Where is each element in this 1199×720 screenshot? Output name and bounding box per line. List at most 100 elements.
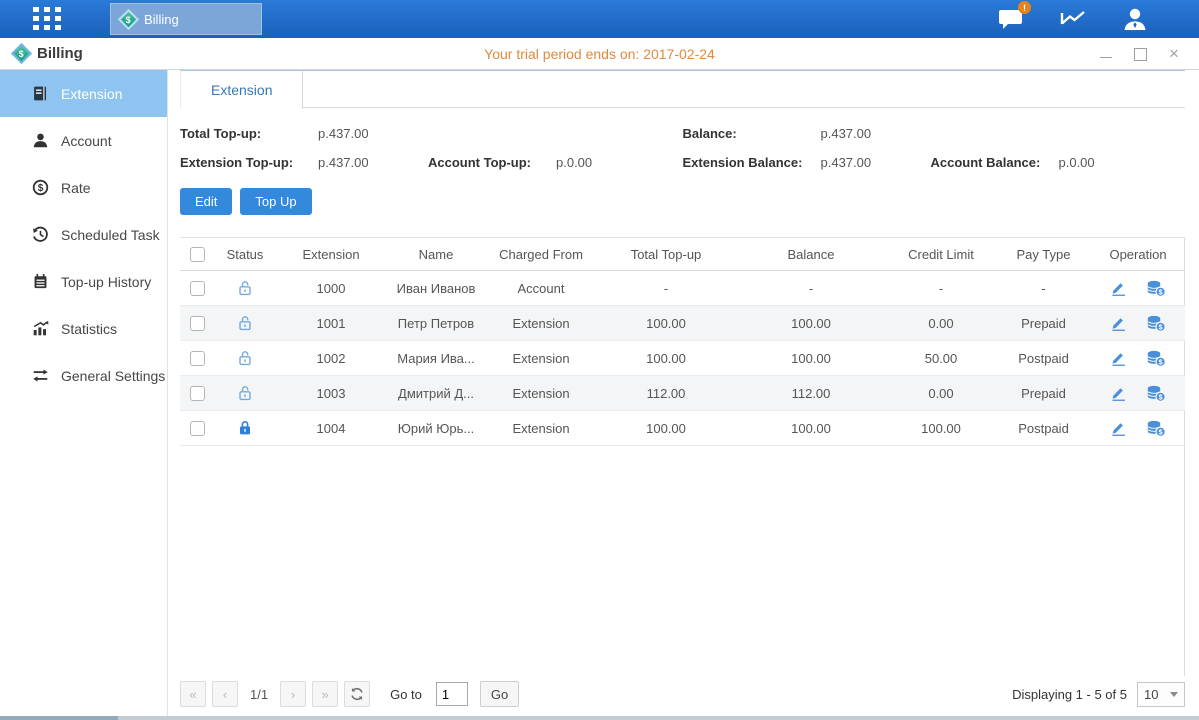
prev-page-button[interactable]: ‹: [212, 681, 238, 707]
goto-label: Go to: [390, 687, 422, 702]
cell-total-topup: 100.00: [596, 306, 736, 341]
cell-credit-limit: 0.00: [886, 306, 996, 341]
last-page-button[interactable]: »: [312, 681, 338, 707]
col-total-topup[interactable]: Total Top-up: [596, 238, 736, 271]
cell-name: Дмитрий Д...: [386, 376, 486, 411]
cell-name: Мария Ива...: [386, 341, 486, 376]
extension-balance-value: p.437.00: [821, 155, 931, 170]
next-page-button[interactable]: ›: [280, 681, 306, 707]
statistics-icon: [32, 320, 49, 337]
row-checkbox[interactable]: [190, 281, 205, 296]
row-checkbox[interactable]: [190, 386, 205, 401]
lock-open-icon[interactable]: [238, 280, 252, 296]
window-title-bar: Your trial period ends on: 2017-02-24 $ …: [0, 38, 1199, 70]
sidebar-item-statistics[interactable]: Statistics: [0, 305, 167, 352]
col-operation[interactable]: Operation: [1091, 238, 1185, 271]
billing-dollar-icon: $: [11, 43, 32, 64]
topup-icon[interactable]: $: [1146, 315, 1166, 332]
minimize-button[interactable]: [1099, 48, 1113, 60]
sidebar-item-rate[interactable]: $ Rate: [0, 164, 167, 211]
col-pay-type[interactable]: Pay Type: [996, 238, 1091, 271]
sidebar-item-label: Top-up History: [61, 274, 151, 290]
select-all-checkbox[interactable]: [190, 247, 205, 262]
sidebar-item-scheduled-task[interactable]: Scheduled Task: [0, 211, 167, 258]
lock-closed-icon[interactable]: [238, 420, 252, 436]
cell-name: Петр Петров: [386, 306, 486, 341]
main-content: Extension Total Top-up: p.437.00 Extensi…: [168, 70, 1199, 716]
summary-panel: Total Top-up: p.437.00 Extension Top-up:…: [180, 126, 1185, 170]
col-charged-from[interactable]: Charged From: [486, 238, 596, 271]
cell-extension: 1000: [276, 271, 386, 306]
cell-balance: -: [736, 271, 886, 306]
account-balance-value: p.0.00: [1059, 155, 1186, 170]
sidebar-item-general-settings[interactable]: General Settings: [0, 352, 167, 399]
sidebar-item-label: Extension: [61, 86, 122, 102]
extension-topup-label: Extension Top-up:: [180, 155, 318, 170]
cell-name: Юрий Юрь...: [386, 411, 486, 446]
refresh-button[interactable]: [344, 681, 370, 707]
col-name[interactable]: Name: [386, 238, 486, 271]
goto-page-input[interactable]: [436, 682, 468, 706]
reports-button[interactable]: [1057, 6, 1089, 32]
edit-icon[interactable]: [1110, 315, 1127, 331]
maximize-button[interactable]: [1133, 48, 1147, 60]
edit-icon[interactable]: [1110, 420, 1127, 436]
billing-app-tab[interactable]: $ Billing: [110, 3, 262, 35]
sidebar-item-label: General Settings: [61, 368, 165, 384]
total-topup-label: Total Top-up:: [180, 126, 318, 141]
edit-button[interactable]: Edit: [180, 188, 232, 215]
col-credit-limit[interactable]: Credit Limit: [886, 238, 996, 271]
lock-open-icon: [238, 385, 252, 401]
first-page-button[interactable]: «: [180, 681, 206, 707]
cell-extension: 1001: [276, 306, 386, 341]
close-button[interactable]: ×: [1167, 48, 1181, 60]
user-menu-button[interactable]: [1119, 6, 1151, 32]
tab-strip: Extension: [180, 70, 1185, 108]
cell-total-topup: 100.00: [596, 411, 736, 446]
app-launcher-grid-icon[interactable]: [26, 0, 70, 38]
col-status[interactable]: Status: [214, 238, 276, 271]
cell-pay-type: Postpaid: [996, 341, 1091, 376]
topup-icon[interactable]: $: [1146, 280, 1166, 297]
sidebar-item-extension[interactable]: Extension: [0, 70, 167, 117]
row-checkbox[interactable]: [190, 421, 205, 436]
billing-dollar-icon: $: [118, 8, 139, 29]
lock-open-icon[interactable]: [238, 350, 252, 366]
extension-balance-label: Extension Balance:: [683, 155, 821, 170]
edit-icon[interactable]: [1110, 385, 1127, 401]
edit-icon[interactable]: [1110, 280, 1127, 296]
row-checkbox[interactable]: [190, 351, 205, 366]
cell-extension: 1002: [276, 341, 386, 376]
col-extension[interactable]: Extension: [276, 238, 386, 271]
col-balance[interactable]: Balance: [736, 238, 886, 271]
topup-icon[interactable]: $: [1146, 420, 1166, 437]
balance-value: p.437.00: [821, 126, 931, 141]
scheduled-task-icon: [32, 226, 49, 243]
lock-open-icon[interactable]: [238, 315, 252, 331]
cell-pay-type: -: [996, 271, 1091, 306]
extension-icon: [32, 85, 49, 102]
top-up-button[interactable]: Top Up: [240, 188, 311, 215]
topup-icon[interactable]: $: [1146, 350, 1166, 367]
topup-icon[interactable]: $: [1146, 385, 1166, 402]
edit-icon[interactable]: [1110, 350, 1127, 366]
cell-pay-type: Prepaid: [996, 306, 1091, 341]
pagination-bar: « ‹ 1/1 › » Go to Go Displaying: [180, 676, 1185, 716]
go-button[interactable]: Go: [480, 681, 519, 707]
summary-right: Balance: p.437.00 Extension Balance: p.4…: [683, 126, 1186, 170]
account-topup-value: p.0.00: [556, 155, 683, 170]
lock-open-icon: [238, 280, 252, 296]
cell-extension: 1003: [276, 376, 386, 411]
tab-extension[interactable]: Extension: [180, 71, 303, 109]
sidebar-item-topup-history[interactable]: Top-up History: [0, 258, 167, 305]
row-checkbox[interactable]: [190, 316, 205, 331]
cell-name: Иван Иванов: [386, 271, 486, 306]
messages-button[interactable]: !: [995, 6, 1027, 32]
svg-text:$: $: [38, 183, 44, 194]
cell-total-topup: 100.00: [596, 341, 736, 376]
sidebar-item-account[interactable]: Account: [0, 117, 167, 164]
lock-open-icon[interactable]: [238, 385, 252, 401]
cell-charged-from: Extension: [486, 306, 596, 341]
per-page-select[interactable]: 10: [1137, 682, 1185, 707]
refresh-icon: [350, 687, 364, 701]
